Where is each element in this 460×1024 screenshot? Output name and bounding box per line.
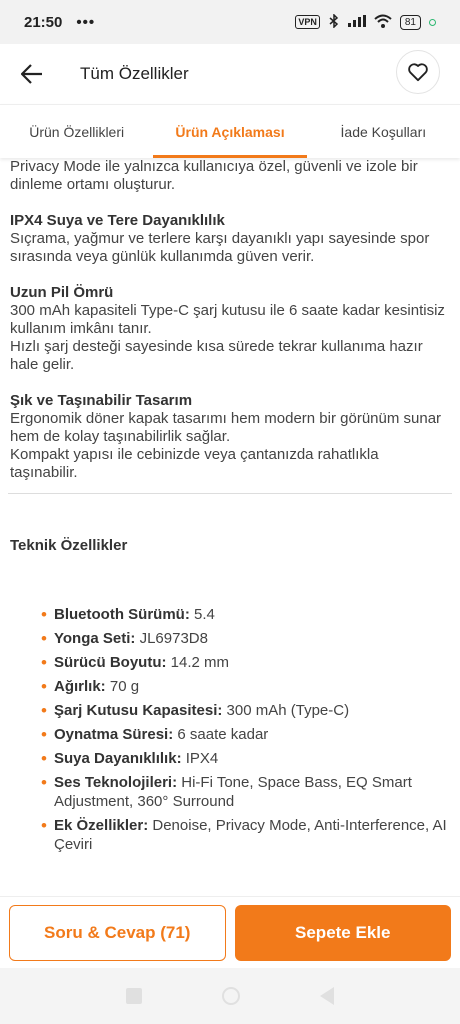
- spec-value: 300 mAh (Type-C): [222, 702, 350, 719]
- spec-key: Ağırlık:: [54, 678, 106, 695]
- spec-key: Ek Özellikler:: [54, 817, 149, 834]
- signal-icon: [347, 14, 366, 30]
- list-item: Ağırlık: 70 g: [41, 677, 450, 696]
- tab-product-description[interactable]: Ürün Açıklaması: [153, 105, 307, 158]
- status-icons: VPN 81: [295, 12, 436, 31]
- section-title: Uzun Pil Ömrü: [10, 284, 114, 301]
- section-battery-life: Uzun Pil Ömrü 300 mAh kapasiteli Type-C …: [10, 284, 450, 374]
- bluetooth-icon: [328, 12, 340, 31]
- qa-button[interactable]: Soru & Cevap (71): [9, 904, 226, 961]
- description-content[interactable]: Privacy Mode ile yalnızca kullanıcıya öz…: [0, 158, 460, 896]
- section-text: Sıçrama, yağmur ve terlere karşı dayanık…: [10, 230, 430, 265]
- intro-paragraph: Privacy Mode ile yalnızca kullanıcıya öz…: [10, 158, 418, 193]
- page-title: Tüm Özellikler: [80, 64, 189, 83]
- home-icon[interactable]: [222, 987, 240, 1005]
- list-item: Sürücü Boyutu: 14.2 mm: [41, 653, 450, 672]
- section-title: IPX4 Suya ve Tere Dayanıklılık: [10, 212, 225, 229]
- section-text: Kompakt yapısı ile cebinizde veya çantan…: [10, 446, 379, 481]
- bottom-action-bar: Soru & Cevap (71) Sepete Ekle: [0, 896, 460, 968]
- back-triangle-icon[interactable]: [320, 987, 334, 1005]
- spec-key: Yonga Seti:: [54, 630, 136, 647]
- list-item: Ek Özellikler: Denoise, Privacy Mode, An…: [41, 816, 450, 854]
- list-item: Yonga Seti: JL6973D8: [41, 629, 450, 648]
- list-item: Suya Dayanıklılık: IPX4: [41, 749, 450, 768]
- section-text: 300 mAh kapasiteli Type-C şarj kutusu il…: [10, 302, 445, 337]
- status-bar: 21:50 ••• VPN 81: [0, 0, 460, 44]
- section-text: Ergonomik döner kapak tasarımı hem moder…: [10, 410, 442, 445]
- list-item: Bluetooth Sürümü: 5.4: [41, 605, 450, 624]
- list-item: Oynatma Süresi: 6 saate kadar: [41, 725, 450, 744]
- spec-value: 14.2 mm: [166, 654, 230, 671]
- system-nav-bar: [0, 968, 460, 1024]
- status-time: 21:50: [24, 13, 63, 31]
- notification-dots: •••: [76, 13, 96, 31]
- spec-value: 5.4: [189, 606, 215, 623]
- spec-key: Bluetooth Sürümü:: [54, 606, 190, 623]
- back-button[interactable]: [0, 44, 64, 104]
- wifi-icon: [374, 14, 392, 31]
- spec-key: Oynatma Süresi:: [54, 726, 174, 743]
- green-dot-icon: [429, 18, 436, 26]
- list-item: Şarj Kutusu Kapasitesi: 300 mAh (Type-C): [41, 701, 450, 720]
- spec-value: 70 g: [105, 678, 140, 695]
- spec-key: Sürücü Boyutu:: [54, 654, 167, 671]
- section-design: Şık ve Taşınabilir Tasarım Ergonomik dön…: [10, 392, 450, 482]
- heart-icon: [408, 63, 428, 82]
- battery-icon: 81: [399, 14, 421, 30]
- divider: [8, 493, 452, 494]
- spec-key: Suya Dayanıklılık:: [54, 750, 182, 767]
- spec-key: Ses Teknolojileri:: [54, 774, 178, 791]
- spec-value: IPX4: [181, 750, 219, 767]
- tab-product-features[interactable]: Ürün Özellikleri: [0, 105, 153, 158]
- add-to-cart-button[interactable]: Sepete Ekle: [234, 904, 451, 961]
- favorite-button[interactable]: [396, 50, 440, 94]
- header: Tüm Özellikler: [0, 44, 460, 104]
- spec-heading: Teknik Özellikler: [10, 537, 128, 554]
- arrow-left-icon: [21, 64, 42, 84]
- list-item: Ses Teknolojileri: Hi-Fi Tone, Space Bas…: [41, 773, 450, 811]
- section-water-resistance: IPX4 Suya ve Tere Dayanıklılık Sıçrama, …: [10, 212, 450, 266]
- section-title: Şık ve Taşınabilir Tasarım: [10, 392, 193, 409]
- spec-key: Şarj Kutusu Kapasitesi:: [54, 702, 223, 719]
- tab-bar: Ürün Özellikleri Ürün Açıklaması İade Ko…: [0, 104, 460, 158]
- section-text: Hızlı şarj desteği sayesinde kısa sürede…: [10, 338, 423, 373]
- recents-icon[interactable]: [126, 988, 142, 1004]
- tab-return-conditions[interactable]: İade Koşulları: [307, 105, 460, 158]
- spec-value: JL6973D8: [135, 630, 208, 647]
- spec-value: 6 saate kadar: [173, 726, 269, 743]
- spec-list: Bluetooth Sürümü: 5.4 Yonga Seti: JL6973…: [10, 605, 450, 854]
- vpn-icon: VPN: [295, 15, 320, 29]
